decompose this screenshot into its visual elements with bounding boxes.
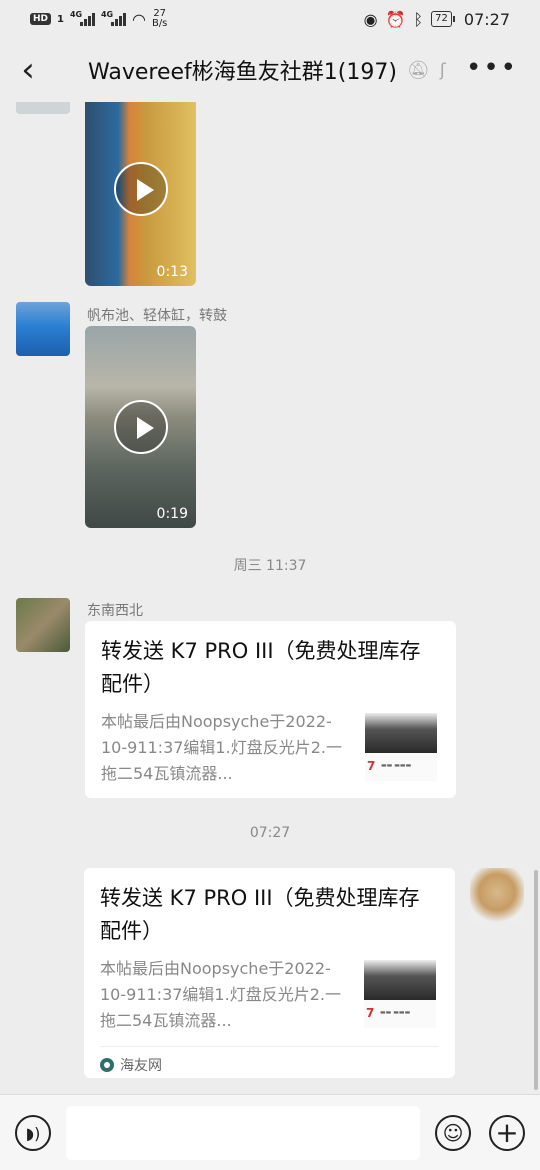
hd-badge: HD <box>30 13 52 25</box>
voice-icon: ◗) <box>25 1123 41 1143</box>
ear-icon: ʃ <box>439 59 446 81</box>
avatar[interactable] <box>16 102 70 114</box>
chat-title: Wavereef彬海鱼友社群1(197) <box>88 60 397 85</box>
status-right: ◉ ⏰ ᛒ 72 07:27 <box>364 10 510 29</box>
avatar[interactable] <box>16 302 70 356</box>
more-actions-button[interactable]: + <box>489 1115 525 1151</box>
card-title: 转发送 K7 PRO III（免费处理库存配件） <box>101 639 421 696</box>
sim-slot: 1 <box>57 13 64 25</box>
signal-icon-2: 4G <box>101 10 126 26</box>
back-button[interactable]: ‹ <box>0 38 56 102</box>
avatar[interactable] <box>16 598 70 652</box>
signal-icon: 4G <box>70 10 95 26</box>
bluetooth-icon: ᛒ <box>413 9 424 29</box>
emoji-button[interactable]: ☺ <box>435 1115 471 1151</box>
my-avatar[interactable] <box>470 868 524 922</box>
play-icon[interactable] <box>113 400 168 454</box>
message-list[interactable]: 0:13 帆布池、轻体缸，转鼓 0:19 周三 11:37 东南西北 转发送 K… <box>0 102 540 1094</box>
sender-name: 东南西北 <box>87 603 143 619</box>
thumb-caption-icon: ▬▬ ▬▬▬ <box>380 1009 411 1016</box>
thumb-logo: 7 <box>367 759 376 773</box>
battery-icon: 72 <box>431 11 455 27</box>
video-duration: 0:13 <box>156 264 188 280</box>
thumb-caption-icon: ▬▬ ▬▬▬ <box>381 762 412 769</box>
chevron-left-icon: ‹ <box>21 50 35 90</box>
plus-icon: + <box>495 1116 519 1149</box>
link-card[interactable]: 转发送 K7 PRO III（免费处理库存配件） 本帖最后由Noopsyche于… <box>84 868 455 1078</box>
timestamp: 周三 11:37 <box>233 558 307 574</box>
sender-name: 帆布池、轻体缸，转鼓 <box>87 308 227 324</box>
message-input[interactable] <box>66 1106 420 1160</box>
clock: 07:27 <box>463 9 510 29</box>
input-bar: ◗) ☺ + <box>0 1094 540 1170</box>
video-message[interactable]: 0:19 <box>85 326 196 528</box>
status-bar: HD 1 4G 4G ◠ 27 B/s ◉ ⏰ ᛒ 72 07:27 <box>0 0 540 38</box>
card-body: 本帖最后由Noopsyche于2022-10-911:37编辑1.灯盘反光片2.… <box>101 709 440 787</box>
video-message[interactable]: 0:13 <box>85 102 196 286</box>
status-left: HD 1 4G 4G ◠ 27 B/s <box>30 9 167 29</box>
eye-icon: ◉ <box>363 9 378 29</box>
card-body: 本帖最后由Noopsyche于2022-10-911:37编辑1.灯盘反光片2.… <box>100 956 439 1034</box>
card-description: 本帖最后由Noopsyche于2022-10-911:37编辑1.灯盘反光片2.… <box>101 712 342 783</box>
card-thumbnail: 7 ▬▬ ▬▬▬ <box>365 713 437 781</box>
card-source: 海友网 <box>100 1046 439 1075</box>
header-status-icons: 🔕︎ ʃ <box>407 60 446 81</box>
more-button[interactable]: ••• <box>466 55 518 81</box>
card-description: 本帖最后由Noopsyche于2022-10-911:37编辑1.灯盘反光片2.… <box>100 959 341 1030</box>
source-name: 海友网 <box>120 1058 162 1074</box>
emoji-icon: ☺ <box>442 1121 464 1145</box>
play-icon[interactable] <box>113 162 168 216</box>
link-card[interactable]: 转发送 K7 PRO III（免费处理库存配件） 本帖最后由Noopsyche于… <box>85 621 456 798</box>
net-speed: 27 B/s <box>151 8 168 29</box>
mute-bell-icon: 🔕︎ <box>406 59 430 81</box>
chat-header: ‹ Wavereef彬海鱼友社群1(197) 🔕︎ ʃ ••• <box>0 38 540 102</box>
scrollbar[interactable] <box>534 870 538 1090</box>
alarm-icon: ⏰ <box>385 9 406 29</box>
voice-button[interactable]: ◗) <box>15 1115 51 1151</box>
card-title: 转发送 K7 PRO III（免费处理库存配件） <box>100 886 420 943</box>
timestamp: 07:27 <box>249 825 291 841</box>
wifi-icon: ◠ <box>131 9 146 29</box>
thumb-logo: 7 <box>366 1006 375 1020</box>
card-thumbnail: 7 ▬▬ ▬▬▬ <box>364 960 436 1028</box>
ellipsis-icon: ••• <box>465 53 518 83</box>
video-duration: 0:19 <box>156 506 188 522</box>
source-logo-icon <box>100 1058 114 1072</box>
